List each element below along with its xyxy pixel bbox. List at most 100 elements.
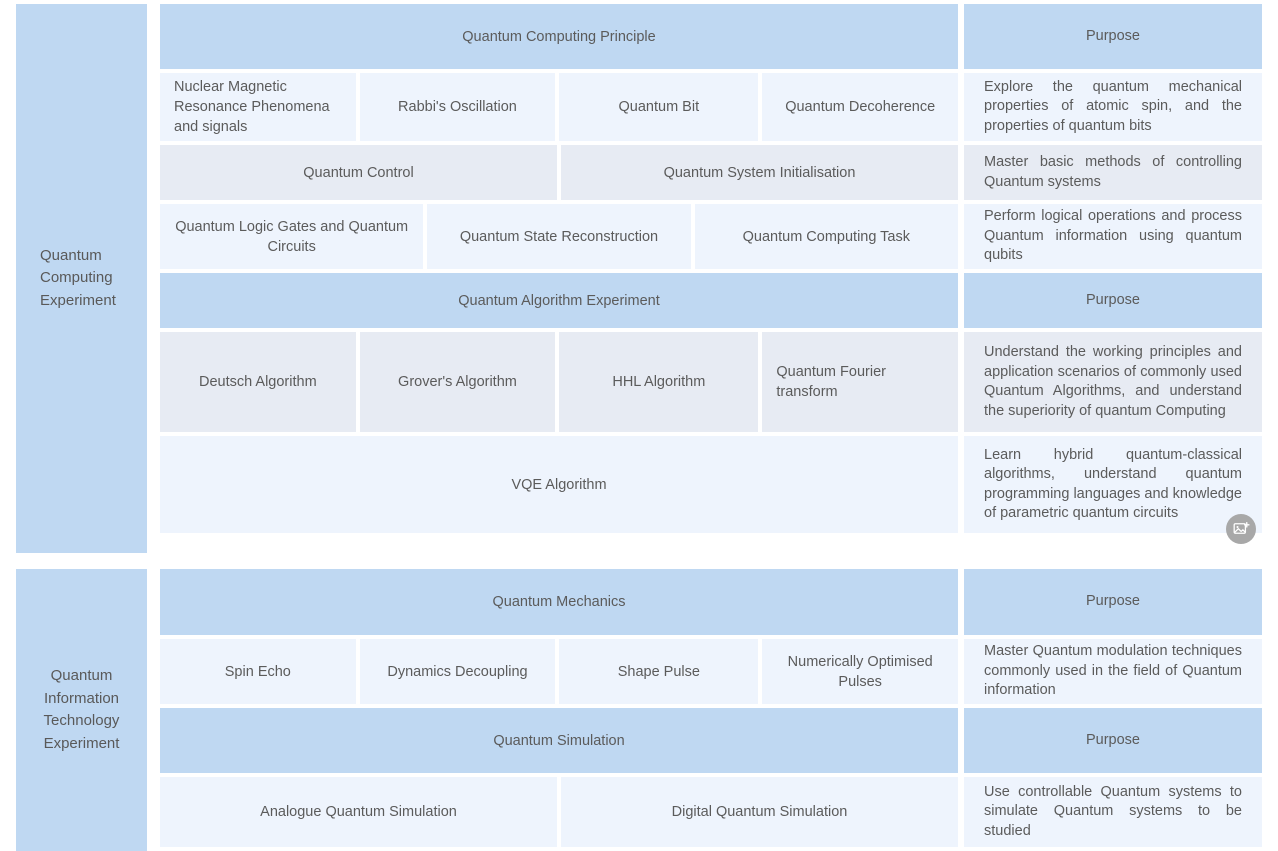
topic-label: Spin Echo <box>224 663 291 680</box>
topic-cell[interactable]: Quantum Logic Gates and Quantum Circuits <box>160 204 424 269</box>
purpose-cell: Use controllable Quantum systems to simu… <box>964 777 1262 847</box>
table-row: Quantum Control Quantum System Initialis… <box>160 145 1262 200</box>
table-row: Nuclear Magnetic Resonance Phenomena and… <box>160 73 1262 141</box>
topic-cell[interactable]: HHL Algorithm <box>559 332 759 432</box>
topic-cell[interactable]: Quantum Mechanics <box>160 569 958 635</box>
topic-label: Quantum Mechanics <box>492 594 626 610</box>
purpose-header-cell: Purpose <box>964 4 1262 69</box>
table-row: Quantum Simulation Purpose <box>160 708 1262 773</box>
topic-label: Analogue Quantum Simulation <box>260 804 457 820</box>
row-main-columns: VQE Algorithm <box>160 436 958 533</box>
table-row: Deutsch Algorithm Grover's Algorithm HHL… <box>160 332 1262 432</box>
purpose-cell: Master Quantum modulation techniques com… <box>964 639 1262 704</box>
topic-label: Quantum Logic Gates and Quantum Circuits <box>175 218 409 255</box>
section-quantum-computing-experiment: Quantum Computing Experiment Quantum Com… <box>16 4 1262 553</box>
topic-label: Quantum Algorithm Experiment <box>458 292 660 309</box>
topic-label: Numerically Optimised Pulses <box>787 653 933 690</box>
purpose-column: Perform logical operations and process Q… <box>964 204 1262 269</box>
topic-label: Quantum Simulation <box>493 732 625 749</box>
purpose-column: Use controllable Quantum systems to simu… <box>964 777 1262 847</box>
row-main-columns: Deutsch Algorithm Grover's Algorithm HHL… <box>160 332 958 432</box>
topic-cell[interactable]: Quantum Control <box>160 145 557 200</box>
topic-cell[interactable]: Grover's Algorithm <box>359 332 556 432</box>
topic-cell[interactable]: Digital Quantum Simulation <box>561 777 958 847</box>
topic-cell[interactable]: Numerically Optimised Pulses <box>762 639 958 704</box>
table-row: VQE Algorithm Learn hybrid quantum-class… <box>160 436 1262 533</box>
topic-cell[interactable]: Quantum System Initialisation <box>561 145 958 200</box>
add-image-icon <box>1233 521 1250 538</box>
row-main-columns: Quantum Control Quantum System Initialis… <box>160 145 958 200</box>
row-main-columns: Spin Echo Dynamics Decoupling Shape Puls… <box>160 639 958 704</box>
topic-label: Grover's Algorithm <box>398 374 517 390</box>
purpose-header-label: Purpose <box>1085 593 1140 610</box>
topic-label: HHL Algorithm <box>612 374 706 390</box>
topic-label: Rabbi's Oscillation <box>398 99 517 115</box>
table-row: Quantum Mechanics Purpose <box>160 569 1262 635</box>
topic-cell[interactable]: Quantum Simulation <box>160 708 958 773</box>
purpose-header-cell: Purpose <box>964 273 1262 328</box>
topic-label: Nuclear Magnetic Resonance Phenomena and… <box>174 79 330 135</box>
purpose-label: Master basic methods of controlling Quan… <box>984 154 1242 190</box>
topic-cell[interactable]: Quantum State Reconstruction <box>427 204 691 269</box>
sidebar-quantum-information-technology-experiment: Quantum Information Technology Experimen… <box>16 569 147 851</box>
row-main-columns: Quantum Logic Gates and Quantum Circuits… <box>160 204 958 269</box>
topic-cell[interactable]: Quantum Bit <box>559 73 759 141</box>
purpose-header-cell: Purpose <box>964 569 1262 635</box>
grid-quantum-information-technology-experiment: Quantum Mechanics Purpose Spin Echo Dyna <box>160 569 1262 851</box>
topic-cell[interactable]: Dynamics Decoupling <box>359 639 556 704</box>
topic-cell[interactable]: Quantum Computing Principle <box>160 4 958 69</box>
purpose-label: Perform logical operations and process Q… <box>984 208 1242 264</box>
purpose-label: Learn hybrid quantum-classical algorithm… <box>984 446 1242 522</box>
purpose-cell: Understand the working principles and ap… <box>964 332 1262 432</box>
purpose-cell: Master basic methods of controlling Quan… <box>964 145 1262 200</box>
table-row: Quantum Computing Principle Purpose <box>160 4 1262 69</box>
purpose-label: Master Quantum modulation techniques com… <box>984 643 1242 699</box>
purpose-cell: Explore the quantum mechanical propertie… <box>964 73 1262 141</box>
topic-cell[interactable]: Quantum Computing Task <box>694 204 958 269</box>
sidebar-label: Quantum Computing Experiment <box>40 246 116 309</box>
purpose-label: Explore the quantum mechanical propertie… <box>984 78 1242 134</box>
diagram-page: Quantum Computing Experiment Quantum Com… <box>0 0 1278 851</box>
row-main-columns: Quantum Simulation <box>160 708 958 773</box>
topic-cell[interactable]: VQE Algorithm <box>160 436 958 533</box>
topic-cell[interactable]: Shape Pulse <box>559 639 759 704</box>
purpose-header-cell: Purpose <box>964 708 1262 773</box>
sidebar-quantum-computing-experiment: Quantum Computing Experiment <box>16 4 147 553</box>
purpose-column: Purpose <box>964 4 1262 69</box>
add-image-button[interactable] <box>1226 514 1256 544</box>
topic-label: Dynamics Decoupling <box>387 663 528 680</box>
section-quantum-information-technology-experiment: Quantum Information Technology Experimen… <box>16 569 1262 851</box>
purpose-column: Explore the quantum mechanical propertie… <box>964 73 1262 141</box>
topic-label: Quantum Computing Task <box>742 228 910 245</box>
purpose-cell: Learn hybrid quantum-classical algorithm… <box>964 436 1262 533</box>
purpose-header-label: Purpose <box>1085 27 1140 44</box>
topic-label: Shape Pulse <box>617 663 700 680</box>
purpose-column: Purpose <box>964 569 1262 635</box>
topic-label: Quantum State Reconstruction <box>459 228 659 245</box>
table-row: Quantum Logic Gates and Quantum Circuits… <box>160 204 1262 269</box>
row-main-columns: Quantum Algorithm Experiment <box>160 273 958 328</box>
sidebar-label: Quantum Information Technology Experimen… <box>43 667 120 752</box>
topic-label: Quantum Bit <box>618 99 700 115</box>
topic-cell[interactable]: Quantum Decoherence <box>762 73 958 141</box>
topic-cell[interactable]: Nuclear Magnetic Resonance Phenomena and… <box>160 73 356 141</box>
topic-label: Quantum Control <box>303 164 414 181</box>
purpose-column: Understand the working principles and ap… <box>964 332 1262 432</box>
table-row: Spin Echo Dynamics Decoupling Shape Puls… <box>160 639 1262 704</box>
topic-cell[interactable]: Spin Echo <box>160 639 356 704</box>
topic-cell[interactable]: Analogue Quantum Simulation <box>160 777 557 847</box>
purpose-cell: Perform logical operations and process Q… <box>964 204 1262 269</box>
topic-cell[interactable]: Deutsch Algorithm <box>160 332 356 432</box>
topic-label: Digital Quantum Simulation <box>671 804 848 820</box>
table-row: Analogue Quantum Simulation Digital Quan… <box>160 777 1262 847</box>
topic-label: Deutsch Algorithm <box>198 374 317 390</box>
topic-label: Quantum Decoherence <box>785 99 936 115</box>
row-main-columns: Nuclear Magnetic Resonance Phenomena and… <box>160 73 958 141</box>
topic-cell[interactable]: Quantum Fourier transform <box>762 332 958 432</box>
topic-label: Quantum Computing Principle <box>462 28 656 45</box>
topic-label: Quantum Fourier transform <box>776 364 886 400</box>
table-row: Quantum Algorithm Experiment Purpose <box>160 273 1262 328</box>
topic-cell[interactable]: Quantum Algorithm Experiment <box>160 273 958 328</box>
topic-cell[interactable]: Rabbi's Oscillation <box>359 73 556 141</box>
purpose-label: Use controllable Quantum systems to simu… <box>984 783 1242 839</box>
